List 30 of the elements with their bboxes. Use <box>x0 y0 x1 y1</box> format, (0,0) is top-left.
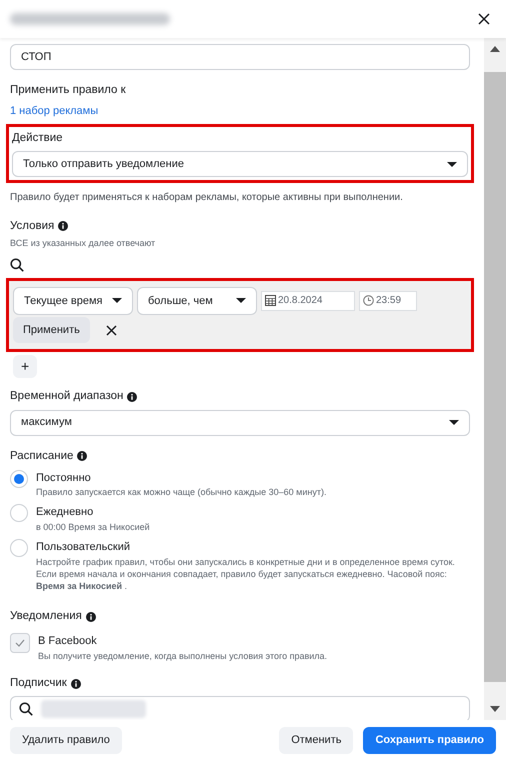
time-field[interactable]: 23:59 <box>359 290 417 311</box>
option-label: Ежедневно <box>36 505 94 520</box>
conditions-subtitle: ВСЕ из указанных далее отвечают <box>10 236 156 250</box>
ad-set-link[interactable]: 1 набор рекламы <box>10 103 98 120</box>
option-label: Пользовательский <box>36 540 131 556</box>
action-select[interactable]: Только отправить уведомление <box>12 151 468 177</box>
save-button[interactable]: Сохранить правило <box>363 726 496 754</box>
section-label: Действие <box>12 130 63 146</box>
add-condition-button[interactable]: + <box>13 355 38 378</box>
name-field[interactable]: СТОП <box>10 44 470 70</box>
operator-select[interactable]: больше, чем <box>137 286 257 315</box>
option-description: Вы получите уведомление, когда выполнены условия этого правила. <box>38 650 328 663</box>
apply-button[interactable]: Применить <box>13 316 90 344</box>
section-label: Подписчик <box>10 676 67 692</box>
option-label: В Facebook <box>38 634 98 650</box>
option-description: Настройте график правил, чтобы они запускались в конкретные дни и в определенное время суток. Если время начала и окончания совпадает, правило будет запускаться ежедневно. Часовой пояс: Время за Никосией . <box>36 556 456 592</box>
section-label: Уведомления <box>10 608 82 624</box>
section-label: Временной диапазон <box>10 389 124 404</box>
option-description: в 00:00 Время за Никосией <box>36 520 150 534</box>
delete-button[interactable]: Удалить правило <box>10 726 122 754</box>
cancel-button[interactable]: Отменить <box>279 726 354 754</box>
section-label: Применить правило к <box>10 83 126 98</box>
field-select[interactable]: Текущее время <box>13 286 133 315</box>
time-range-select[interactable]: максимум <box>10 410 470 436</box>
option-label: Постоянно <box>36 470 92 486</box>
option-description: Правило запускается как можно чаще (обычно каждые 30–60 минут). <box>36 486 326 498</box>
date-field[interactable]: 20.8.2024 <box>261 290 355 311</box>
section-label: Расписание <box>10 448 74 464</box>
section-label: Условия <box>10 218 54 234</box>
action-note: Правило будет применяться к наборам рекламы, которые активны при выполнении. <box>10 191 403 205</box>
